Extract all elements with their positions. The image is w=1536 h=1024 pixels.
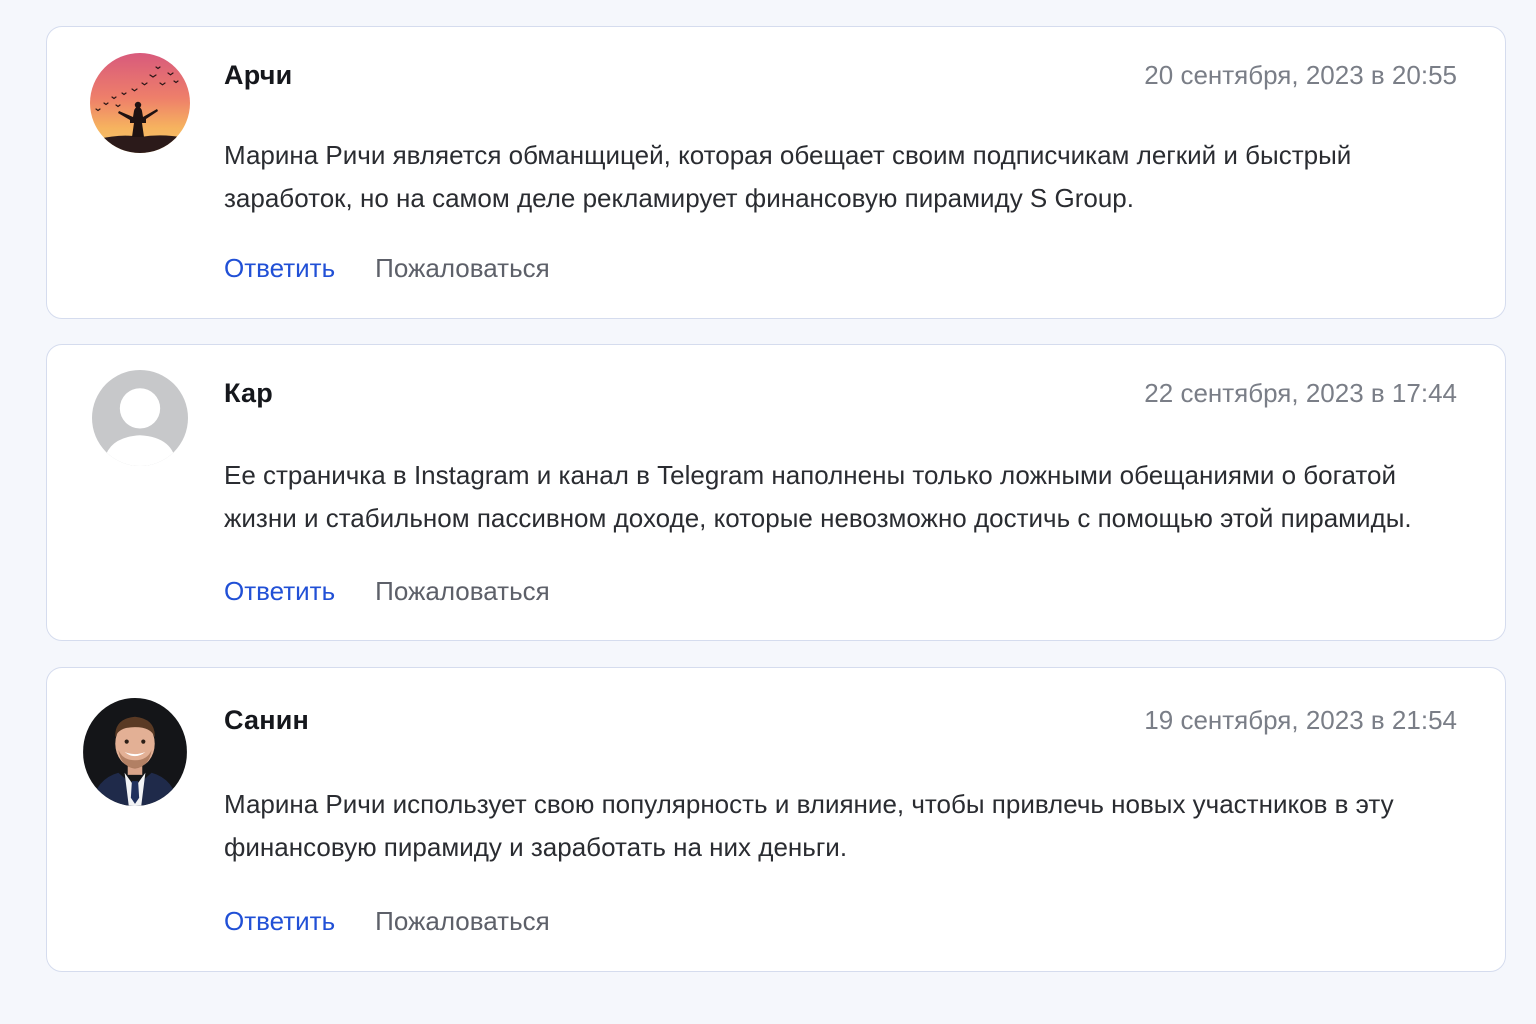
comment-date: 19 сентября, 2023 в 21:54	[1144, 705, 1457, 735]
comment-text: Марина Ричи является обманщицей, которая…	[224, 140, 1352, 213]
avatar	[90, 53, 190, 153]
comment-actions: Ответить Пожаловаться	[224, 576, 550, 607]
comment-card: Кар 22 сентября, 2023 в 17:44 Ее странич…	[46, 344, 1506, 641]
comment-actions: Ответить Пожаловаться	[224, 906, 550, 937]
author-name: Кар	[224, 378, 273, 408]
comment-actions: Ответить Пожаловаться	[224, 253, 550, 284]
author-name: Санин	[224, 705, 310, 735]
comment-card: Арчи 20 сентября, 2023 в 20:55 Марина Ри…	[46, 26, 1506, 319]
reply-button[interactable]: Ответить	[224, 906, 335, 937]
complain-button[interactable]: Пожаловаться	[375, 906, 550, 937]
reply-button[interactable]: Ответить	[224, 253, 335, 284]
complain-button[interactable]: Пожаловаться	[375, 576, 550, 607]
comment-text: Марина Ричи использует свою популярность…	[224, 789, 1394, 862]
comment-card: Санин 19 сентября, 2023 в 21:54 Марина Р…	[46, 667, 1506, 972]
comment-text: Ее страничка в Instagram и канал в Teleg…	[224, 460, 1412, 533]
comment-date: 22 сентября, 2023 в 17:44	[1144, 378, 1457, 408]
man-in-suit-icon	[83, 698, 187, 806]
avatar	[92, 370, 188, 466]
comment-list: Арчи 20 сентября, 2023 в 20:55 Марина Ри…	[0, 0, 1536, 1024]
complain-button[interactable]: Пожаловаться	[375, 253, 550, 284]
comment-date: 20 сентября, 2023 в 20:55	[1144, 60, 1457, 90]
reply-button[interactable]: Ответить	[224, 576, 335, 607]
default-user-icon	[92, 370, 188, 466]
avatar	[83, 698, 187, 806]
sunset-silhouette-icon	[90, 53, 190, 153]
author-name: Арчи	[224, 60, 293, 90]
